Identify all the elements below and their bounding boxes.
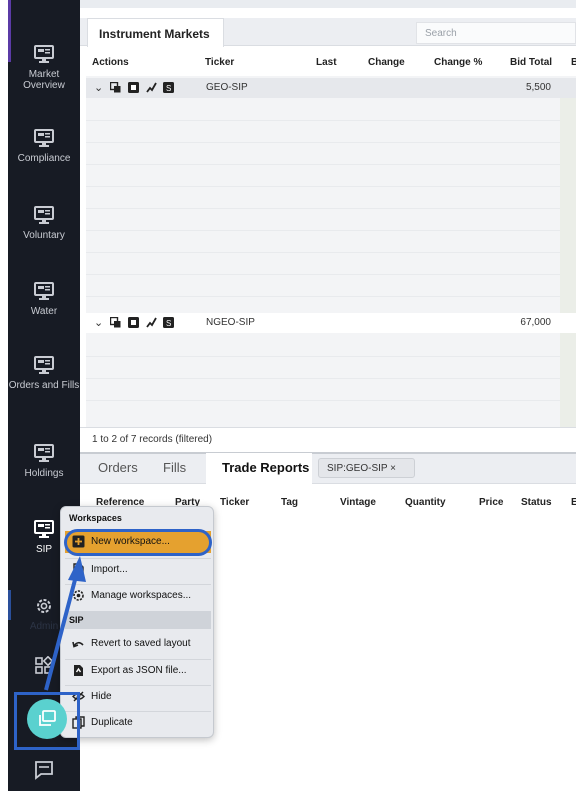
trade-icon[interactable] (110, 317, 121, 328)
order-book-icon[interactable] (127, 82, 139, 93)
sidebar-item-market-overview[interactable]: Market Overview (8, 44, 80, 91)
table-row[interactable]: ⌄ S GEO-SIP 5,500 (86, 78, 576, 98)
chat-icon (35, 761, 53, 780)
gear-icon (73, 590, 84, 601)
order-book-icon[interactable] (127, 317, 139, 328)
menu-item-export-json[interactable]: Export as JSON file... (65, 659, 211, 681)
tab-trade-reports[interactable]: Trade Reports (222, 460, 309, 475)
menu-item-label: Hide (91, 691, 112, 702)
ticker-cell: NGEO-SIP (206, 317, 255, 328)
workspaces-fab-button[interactable] (27, 699, 67, 739)
grid-line (86, 378, 576, 379)
sidebar-item-voluntary[interactable]: Voluntary (8, 205, 80, 241)
menu-item-hide[interactable]: Hide (65, 685, 211, 707)
tab-orders[interactable]: Orders (98, 460, 138, 475)
sidebar-item-label: Voluntary (23, 230, 65, 241)
workspaces-icon (39, 710, 56, 726)
chevron-down-icon[interactable]: ⌄ (94, 81, 103, 94)
top-strip (80, 0, 576, 8)
chevron-down-icon[interactable]: ⌄ (94, 316, 103, 329)
sidebar-chat-button[interactable] (8, 760, 80, 785)
sidebar-item-orders-and-fills[interactable]: Orders and Fills (8, 355, 80, 391)
menu-section-sip: SIP (65, 611, 211, 629)
column-header-status[interactable]: Status (521, 497, 552, 508)
gear-icon (37, 599, 51, 613)
filter-chip[interactable]: SIP:GEO-SIP × (318, 458, 415, 478)
column-header-price[interactable]: Price (479, 497, 503, 508)
monitor-icon (34, 282, 54, 300)
sidebar-item-label: SIP (35, 544, 53, 555)
highlight-oval-annotation (64, 529, 212, 556)
menu-item-label: Revert to saved layout (91, 638, 191, 649)
grid-line (86, 186, 576, 187)
chart-icon[interactable] (145, 317, 157, 328)
sidebar-item-label: Market Overview (23, 69, 65, 91)
menu-item-label: Duplicate (91, 717, 133, 728)
sidebar-item-label: Orders and Fills (8, 380, 80, 391)
sidebar-item-water[interactable]: Water (8, 281, 80, 317)
search-input[interactable]: Search (416, 22, 576, 44)
sidebar-item-label: Compliance (17, 153, 71, 164)
menu-item-duplicate[interactable]: Duplicate (65, 711, 211, 733)
menu-item-import[interactable]: Import... (65, 558, 211, 580)
menu-item-manage-workspaces[interactable]: Manage workspaces... (65, 584, 211, 606)
table-row[interactable]: ⌄ S NGEO-SIP 67,000 (86, 313, 576, 333)
bid-total-cell: 5,500 (525, 82, 551, 93)
menu-section-workspaces: Workspaces (69, 513, 122, 523)
grid-line (86, 296, 576, 297)
column-header-vintage[interactable]: Vintage (340, 497, 376, 508)
column-header-tag[interactable]: Tag (281, 497, 298, 508)
sidebar-item-label: Admin (29, 621, 59, 632)
import-icon (73, 563, 84, 576)
grid-line (86, 142, 576, 143)
revert-icon (72, 641, 84, 648)
menu-item-label: Export as JSON file... (91, 665, 187, 676)
grid-line (86, 252, 576, 253)
monitor-icon (34, 129, 54, 147)
sidebar-item-compliance[interactable]: Compliance (8, 128, 80, 164)
monitor-icon (34, 45, 54, 63)
tab-instrument-markets[interactable]: Instrument Markets (87, 18, 224, 47)
column-header-last[interactable]: Last (316, 57, 337, 75)
widgets-icon (35, 656, 54, 674)
grid-line (86, 400, 576, 401)
grid-line (86, 356, 576, 357)
column-header-quantity[interactable]: Quantity (405, 497, 446, 508)
column-header-ticker[interactable]: Ticker (220, 497, 249, 508)
column-header-b[interactable]: B (571, 57, 576, 75)
svg-text:S: S (166, 84, 171, 93)
sell-icon[interactable]: S (163, 82, 175, 93)
grid-line (86, 164, 576, 165)
menu-item-label: Import... (91, 564, 128, 575)
ticker-cell: GEO-SIP (206, 82, 248, 93)
records-status: 1 to 2 of 7 records (filtered) (80, 427, 576, 449)
column-header-change[interactable]: Change (368, 57, 405, 75)
export-file-icon (74, 665, 83, 676)
trade-icon[interactable] (110, 82, 121, 93)
grid-line (86, 120, 576, 121)
bid-total-cell: 67,000 (520, 317, 551, 328)
column-header-ticker[interactable]: Ticker (205, 57, 234, 75)
bid-column-shade (560, 96, 576, 427)
sell-icon[interactable]: S (163, 317, 175, 328)
monitor-icon (34, 206, 54, 224)
menu-item-label: Manage workspaces... (91, 590, 192, 601)
column-header-e[interactable]: E (571, 497, 576, 508)
monitor-icon (34, 356, 54, 374)
monitor-icon (34, 444, 54, 462)
monitor-icon (34, 520, 54, 538)
tab-fills[interactable]: Fills (163, 460, 186, 475)
column-header-bid-total[interactable]: Bid Total (510, 57, 552, 75)
sidebar-item-label: Holdings (24, 468, 64, 479)
grid-line (86, 230, 576, 231)
svg-text:S: S (166, 319, 171, 328)
grid-line (86, 274, 576, 275)
grid-line (86, 208, 576, 209)
chart-icon[interactable] (145, 82, 157, 93)
sidebar-item-holdings[interactable]: Holdings (8, 443, 80, 479)
sidebar-item-label: Water (30, 306, 58, 317)
menu-item-revert-layout[interactable]: Revert to saved layout (65, 633, 211, 655)
column-header-change-pct[interactable]: Change % (434, 57, 482, 75)
column-header-actions[interactable]: Actions (92, 57, 129, 75)
